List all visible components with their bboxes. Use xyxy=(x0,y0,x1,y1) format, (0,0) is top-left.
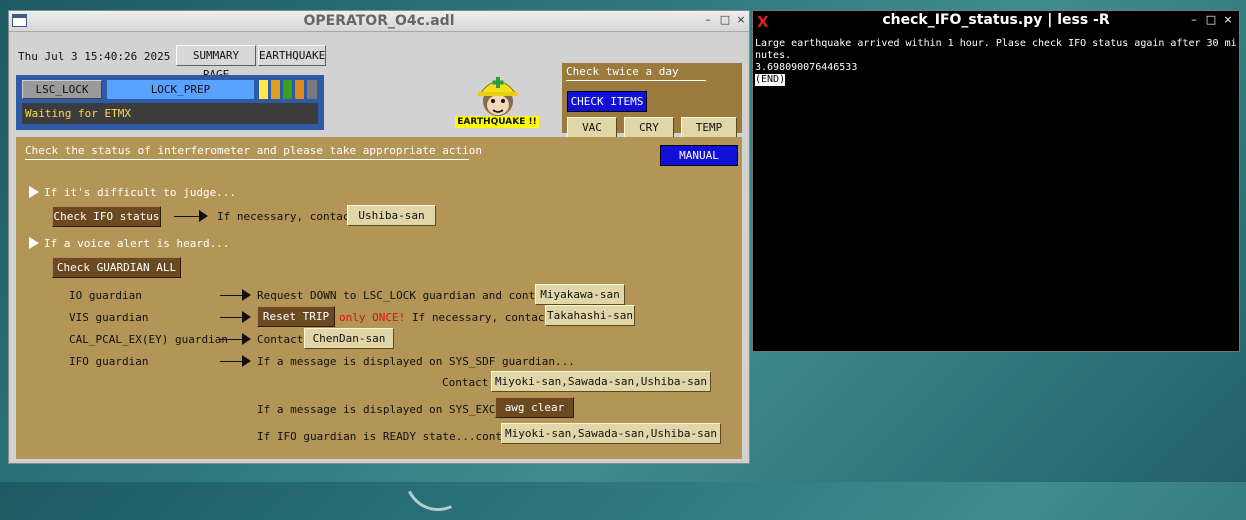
guardian-status-message: Waiting for ETMX xyxy=(22,103,318,124)
medm-body: Thu Jul 3 15:40:26 2025 SUMMARY PAGE EAR… xyxy=(11,33,747,461)
procedure-title: Check the status of interferometer and p… xyxy=(25,144,482,157)
lsc-lock-button[interactable]: LSC_LOCK xyxy=(22,80,102,99)
minimize-icon[interactable]: – xyxy=(1187,13,1201,27)
main-procedure-panel: Check the status of interferometer and p… xyxy=(16,137,742,459)
sdf-contacts-button[interactable]: Miyoki-san,Sawada-san,Ushiba-san xyxy=(491,371,711,392)
triangle-bullet-icon xyxy=(29,237,39,249)
terminal-window: X check_IFO_status.py | less -R – □ × La… xyxy=(752,10,1240,352)
awg-clear-button[interactable]: awg clear xyxy=(495,397,574,418)
terminal-output[interactable]: Large earthquake arrived within 1 hour. … xyxy=(755,38,1237,86)
io-guardian-label: IO guardian xyxy=(69,289,142,302)
sdf-message-text: If a message is displayed on SYS_SDF gua… xyxy=(257,355,575,368)
arrow-right-icon xyxy=(220,289,251,301)
miyakawa-contact-button[interactable]: Miyakawa-san xyxy=(535,284,625,305)
check-twice-panel: Check twice a day CHECK ITEMS VAC CRY TE… xyxy=(562,63,742,138)
check-ifo-status-button[interactable]: Check IFO status xyxy=(52,206,161,227)
manual-button[interactable]: MANUAL xyxy=(660,145,738,166)
terminal-line: Large earthquake arrived within 1 hour. … xyxy=(755,38,1237,49)
status-bit-5 xyxy=(307,80,317,99)
terminal-line: nutes. xyxy=(755,50,792,61)
terminal-line: 3.698090076446533 xyxy=(755,62,858,73)
ready-state-text: If IFO guardian is READY state...contact xyxy=(257,430,522,443)
check-twice-title: Check twice a day xyxy=(566,65,679,78)
minimize-icon[interactable]: – xyxy=(701,13,715,27)
less-end-marker: (END) xyxy=(755,74,786,86)
vis-contact-text: If necessary, contact xyxy=(412,311,552,324)
takahashi-contact-button[interactable]: Takahashi-san xyxy=(545,305,635,326)
status-bit-3 xyxy=(283,80,292,99)
only-once-warning: only ONCE! xyxy=(339,311,406,324)
terminal-window-title: check_IFO_status.py | less -R xyxy=(882,12,1110,28)
cry-button[interactable]: CRY xyxy=(624,117,674,138)
arrow-right-icon xyxy=(174,210,208,222)
check-items-button[interactable]: CHECK ITEMS xyxy=(567,91,647,112)
temp-button[interactable]: TEMP xyxy=(681,117,737,138)
vis-guardian-label: VIS guardian xyxy=(69,311,149,324)
sdf-contact-text: Contact xyxy=(442,376,489,389)
arrow-right-icon xyxy=(220,355,251,367)
status-bit-4 xyxy=(295,80,304,99)
earthquake-alert-label: EARTHQUAKE !! xyxy=(455,116,539,128)
ready-contacts-button[interactable]: Miyoki-san,Sawada-san,Ushiba-san xyxy=(501,423,721,444)
divider xyxy=(25,159,469,160)
earthquake-button[interactable]: EARTHQUAKE xyxy=(258,45,326,66)
ifo-guardian-label: IFO guardian xyxy=(69,355,149,368)
earthquake-monkey-icon xyxy=(478,77,518,116)
section-difficult-judge: If it's difficult to judge... xyxy=(44,186,237,199)
vac-button[interactable]: VAC xyxy=(567,117,617,138)
arrow-right-icon xyxy=(220,333,251,345)
close-icon[interactable]: × xyxy=(734,13,748,27)
medm-operator-window: OPERATOR_O4c.adl – □ × Thu Jul 3 15:40:2… xyxy=(8,10,750,464)
lock-state-display: LOCK_PREP xyxy=(107,80,254,99)
medm-titlebar[interactable]: OPERATOR_O4c.adl – □ × xyxy=(9,11,749,32)
reset-trip-button[interactable]: Reset TRIP xyxy=(257,306,335,327)
arrow-right-icon xyxy=(220,311,251,323)
summary-page-button[interactable]: SUMMARY PAGE xyxy=(176,45,256,81)
if-necessary-contact-text: If necessary, contact xyxy=(217,210,357,223)
cal-guardian-label: CAL_PCAL_EX(EY) guardian xyxy=(69,333,228,346)
maximize-icon[interactable]: □ xyxy=(1204,13,1218,27)
contact-text: Contact xyxy=(257,333,304,346)
check-guardian-all-button[interactable]: Check GUARDIAN ALL xyxy=(52,257,181,278)
medm-window-title: OPERATOR_O4c.adl xyxy=(303,13,455,29)
io-action-text: Request DOWN to LSC_LOCK guardian and co… xyxy=(257,289,556,302)
section-voice-alert: If a voice alert is heard... xyxy=(44,237,230,250)
status-bit-1 xyxy=(259,80,268,99)
terminal-titlebar[interactable]: X check_IFO_status.py | less -R – □ × xyxy=(753,11,1239,31)
maximize-icon[interactable]: □ xyxy=(718,13,732,27)
lock-status-panel: LSC_LOCK LOCK_PREP Waiting for ETMX xyxy=(16,75,324,130)
datetime-display: Thu Jul 3 15:40:26 2025 xyxy=(18,50,171,63)
chendan-contact-button[interactable]: ChenDan-san xyxy=(304,328,394,349)
triangle-bullet-icon xyxy=(29,186,39,198)
status-bit-2 xyxy=(271,80,280,99)
exc-message-text: If a message is displayed on SYS_EXC... xyxy=(257,403,516,416)
close-icon[interactable]: × xyxy=(1221,13,1235,27)
ushiba-contact-button[interactable]: Ushiba-san xyxy=(347,205,436,226)
divider xyxy=(566,80,706,81)
